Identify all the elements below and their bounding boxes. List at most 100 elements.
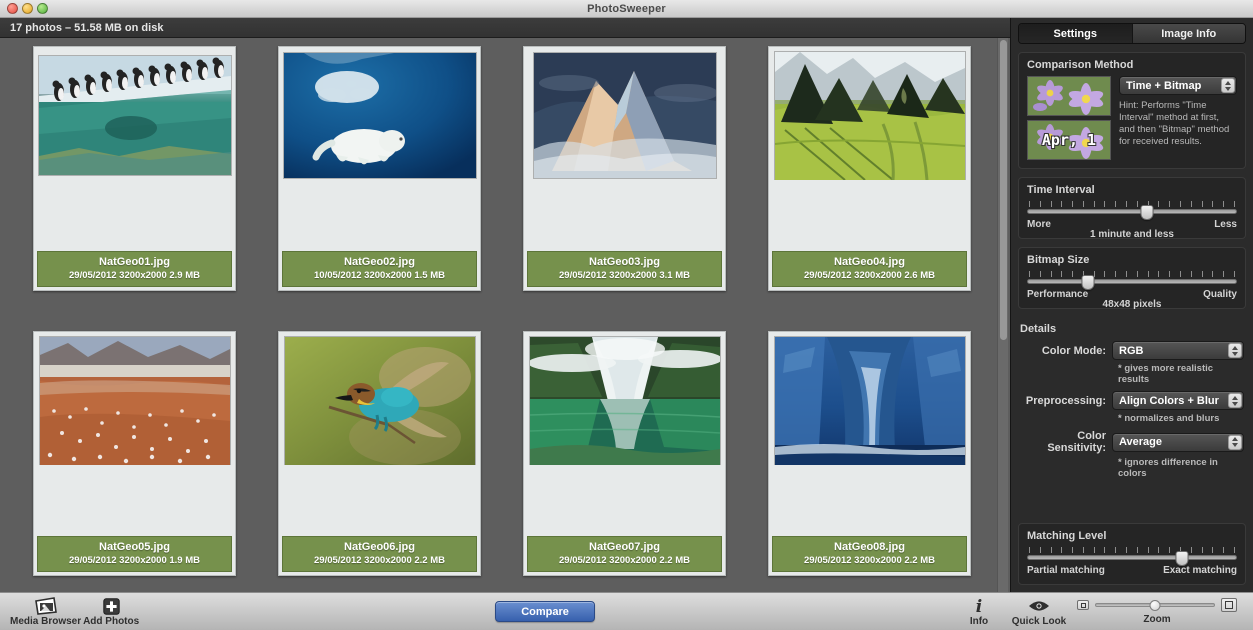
photo-filename: NatGeo02.jpg xyxy=(344,256,415,268)
time-interval-knob[interactable] xyxy=(1140,205,1154,220)
zoom-in-icon[interactable] xyxy=(1221,598,1238,612)
photo-filename: NatGeo03.jpg xyxy=(589,256,660,268)
zoom-slider-knob[interactable] xyxy=(1149,600,1161,611)
tab-image-info[interactable]: Image Info xyxy=(1131,24,1245,43)
bitmap-size-slider[interactable] xyxy=(1027,271,1237,290)
color-sensitivity-select[interactable]: Average xyxy=(1112,432,1244,452)
photosweeper-window: PhotoSweeper 17 photos – 51.58 MB on dis… xyxy=(0,0,1253,630)
add-photos-icon xyxy=(102,596,120,615)
photo-cell[interactable]: NatGeo07.jpg 29/05/2012 3200x2000 2.2 MB xyxy=(523,331,726,576)
comparison-method-select[interactable]: Time + Bitmap xyxy=(1119,76,1237,95)
photo-caption: NatGeo06.jpg 29/05/2012 3200x2000 2.2 MB xyxy=(282,536,477,572)
scrollbar-thumb[interactable] xyxy=(1000,40,1007,340)
zoom-slider-track[interactable] xyxy=(1095,600,1216,611)
matching-level-slider[interactable] xyxy=(1027,547,1237,566)
photo-cell[interactable]: NatGeo04.jpg 29/05/2012 3200x2000 2.6 MB xyxy=(768,46,971,291)
comparison-method-title: Comparison Method xyxy=(1027,59,1134,71)
stepper-icon[interactable] xyxy=(1228,434,1242,450)
photo-thumbnail-lake-reflection xyxy=(529,336,720,465)
tab-settings[interactable]: Settings xyxy=(1019,24,1132,43)
eye-icon xyxy=(1027,596,1051,615)
preprocessing-label: Preprocessing: xyxy=(1025,394,1106,407)
stepper-icon[interactable] xyxy=(1228,393,1242,408)
media-browser-button[interactable]: Media Browser xyxy=(10,593,81,630)
add-photos-label: Add Photos xyxy=(83,616,140,627)
stepper-icon[interactable] xyxy=(1228,343,1242,358)
photo-meta: 10/05/2012 3200x2000 1.5 MB xyxy=(314,270,445,281)
photo-browser-pane: 17 photos – 51.58 MB on disk NatGeo01.jp… xyxy=(0,18,1010,592)
photo-grid-scroll[interactable]: NatGeo01.jpg 29/05/2012 3200x2000 2.9 MB xyxy=(0,38,1010,592)
photo-cell[interactable]: NatGeo05.jpg 29/05/2012 3200x2000 1.9 MB xyxy=(33,331,236,576)
bottom-toolbar: Media Browser Add Photos Compare i Info xyxy=(0,592,1253,630)
compare-button[interactable]: Compare xyxy=(495,601,596,622)
matching-level-track[interactable] xyxy=(1027,551,1237,566)
photo-caption: NatGeo01.jpg 29/05/2012 3200x2000 2.9 MB xyxy=(37,251,232,287)
photo-cell[interactable]: NatGeo02.jpg 10/05/2012 3200x2000 1.5 MB xyxy=(278,46,481,291)
photo-caption: NatGeo05.jpg 29/05/2012 3200x2000 1.9 MB xyxy=(37,536,232,572)
photo-filename: NatGeo07.jpg xyxy=(589,541,660,553)
media-browser-label: Media Browser xyxy=(10,616,82,627)
info-button[interactable]: i Info xyxy=(949,593,1009,630)
svg-text:i: i xyxy=(976,597,982,615)
photo-thumbnail-polar-bear xyxy=(283,53,476,178)
matching-level-left-label: Partial matching xyxy=(1027,565,1105,576)
color-sensitivity-note: * ignores difference in colors xyxy=(1118,457,1218,479)
status-bar: 17 photos – 51.58 MB on disk xyxy=(0,18,1010,38)
zoom-out-icon[interactable] xyxy=(1077,600,1090,610)
color-sensitivity-row: Color Sensitivity: Average xyxy=(1020,430,1244,454)
photo-filename: NatGeo05.jpg xyxy=(99,541,170,553)
title-bar: PhotoSweeper xyxy=(0,0,1253,18)
photo-thumbnail-flamingos xyxy=(39,336,230,465)
color-mode-row: Color Mode: RGB xyxy=(1020,341,1244,360)
photo-filename: NatGeo06.jpg xyxy=(344,541,415,553)
matching-level-section: Matching Level Partial matching Exact ma… xyxy=(1018,523,1246,585)
matching-level-knob[interactable] xyxy=(1175,551,1189,566)
thumbnail-container xyxy=(772,336,967,465)
photo-meta: 29/05/2012 3200x2000 1.9 MB xyxy=(69,555,200,566)
photo-caption: NatGeo08.jpg 29/05/2012 3200x2000 2.2 MB xyxy=(772,536,967,572)
time-interval-title: Time Interval xyxy=(1027,184,1095,196)
comparison-sample-thumbnails: Apr, 1 xyxy=(1027,76,1111,160)
time-interval-track[interactable] xyxy=(1027,205,1237,220)
details-title: Details xyxy=(1020,323,1057,335)
thumbnail-container xyxy=(527,51,722,180)
add-photos-button[interactable]: Add Photos xyxy=(81,593,141,630)
bitmap-size-track[interactable] xyxy=(1027,275,1237,290)
inspector-panel: Settings Image Info Comparison Method Ap… xyxy=(1010,18,1253,592)
preprocessing-value: Align Colors + Blur xyxy=(1119,394,1219,407)
photo-grid-scrollbar[interactable] xyxy=(997,38,1008,592)
details-section: Details Color Mode: RGB * gives more rea… xyxy=(1018,317,1246,479)
color-mode-select[interactable]: RGB xyxy=(1112,341,1244,360)
photo-meta: 29/05/2012 3200x2000 2.2 MB xyxy=(559,555,690,566)
bitmap-size-knob[interactable] xyxy=(1081,275,1095,290)
time-interval-slider[interactable] xyxy=(1027,201,1237,220)
comparison-method-section: Comparison Method Apr, 1 Time + Bitmap H… xyxy=(1018,52,1246,169)
quick-look-label: Quick Look xyxy=(1011,616,1067,627)
inspector-tabs[interactable]: Settings Image Info xyxy=(1018,23,1246,44)
photo-filename: NatGeo01.jpg xyxy=(99,256,170,268)
photo-cell[interactable]: NatGeo06.jpg 29/05/2012 3200x2000 2.2 MB xyxy=(278,331,481,576)
window-title: PhotoSweeper xyxy=(587,2,666,15)
photo-thumbnail-karst-fields xyxy=(774,51,965,180)
sample-flower-image xyxy=(1027,76,1111,116)
preprocessing-note: * normalizes and blurs xyxy=(1118,413,1220,424)
quick-look-button[interactable]: Quick Look xyxy=(1009,593,1069,630)
time-interval-ticks xyxy=(1029,201,1235,208)
photo-meta: 29/05/2012 3200x2000 3.1 MB xyxy=(559,270,690,281)
zoom-control[interactable]: Zoom xyxy=(1077,598,1238,625)
stepper-icon[interactable] xyxy=(1221,78,1235,93)
photo-caption: NatGeo07.jpg 29/05/2012 3200x2000 2.2 MB xyxy=(527,536,722,572)
photo-caption: NatGeo02.jpg 10/05/2012 3200x2000 1.5 MB xyxy=(282,251,477,287)
photo-caption: NatGeo04.jpg 29/05/2012 3200x2000 2.6 MB xyxy=(772,251,967,287)
photo-cell[interactable]: NatGeo01.jpg 29/05/2012 3200x2000 2.9 MB xyxy=(33,46,236,291)
photo-cell[interactable]: NatGeo03.jpg 29/05/2012 3200x2000 3.1 MB xyxy=(523,46,726,291)
time-interval-section: Time Interval More Less 1 minute and les… xyxy=(1018,177,1246,240)
photo-filename: NatGeo08.jpg xyxy=(834,541,905,553)
preprocessing-row: Preprocessing: Align Colors + Blur xyxy=(1020,391,1244,410)
photo-cell[interactable]: NatGeo08.jpg 29/05/2012 3200x2000 2.2 MB xyxy=(768,331,971,576)
preprocessing-select[interactable]: Align Colors + Blur xyxy=(1112,391,1244,410)
photo-thumbnail-mountain xyxy=(533,53,716,178)
comparison-method-hint: Hint: Performs "Time Interval" method at… xyxy=(1119,100,1230,148)
media-browser-icon xyxy=(34,596,58,615)
color-sensitivity-label: Color Sensitivity: xyxy=(1047,430,1106,454)
